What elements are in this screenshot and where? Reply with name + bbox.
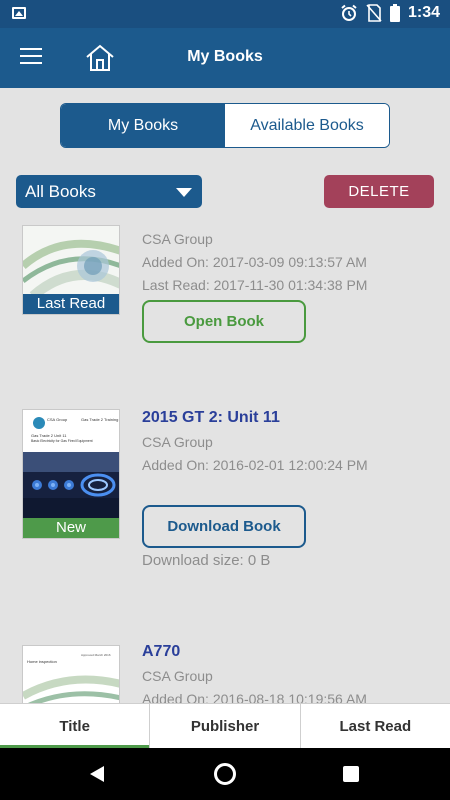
- page-title: My Books: [187, 48, 263, 65]
- download-book-button[interactable]: Download Book: [142, 505, 306, 548]
- book-publisher: CSA Group: [142, 434, 213, 450]
- book-cover-artwork: [23, 226, 119, 300]
- book-publisher: CSA Group: [142, 231, 213, 247]
- delete-button[interactable]: DELETE: [324, 175, 434, 208]
- system-nav-bar: [0, 748, 450, 800]
- book-list[interactable]: Last Read CSA Group Added On: 2017-03-09…: [0, 215, 450, 705]
- back-icon[interactable]: [90, 766, 104, 782]
- book-info: CSA Group Added On: 2017-03-09 09:13:57 …: [142, 231, 440, 300]
- book-cover[interactable]: Last Read: [22, 225, 120, 315]
- download-size: Download size: 0 B: [142, 552, 271, 569]
- cover-subtitle: Basic Electricity for Gas Fired Equipmen…: [31, 439, 93, 443]
- cover-series: Gas Trade 2 Training: [81, 417, 118, 422]
- tab-available-books[interactable]: Available Books: [225, 104, 389, 147]
- sort-tabs: Title Publisher Last Read: [0, 703, 450, 748]
- last-read-badge: Last Read: [23, 294, 119, 314]
- cover-brand: CSA Group: [47, 417, 68, 422]
- book-cover-artwork: CSA Group Gas Trade 2 Training Gas Trade…: [23, 410, 119, 520]
- book-info: A770 CSA Group Added On: 2016-08-18 10:1…: [142, 643, 440, 705]
- book-publisher: CSA Group: [142, 668, 213, 684]
- cover-heading: Home inspection: [27, 659, 57, 664]
- book-item[interactable]: Last Read CSA Group Added On: 2017-03-09…: [0, 215, 450, 395]
- sort-tab-publisher[interactable]: Publisher: [150, 704, 301, 748]
- book-added-on: Added On: 2017-03-09 09:13:57 AM: [142, 254, 367, 270]
- books-segmented-control: My Books Available Books: [60, 103, 390, 148]
- book-cover[interactable]: Home inspection Approved March 2016: [22, 645, 120, 705]
- sort-tab-title[interactable]: Title: [0, 704, 151, 748]
- status-time: 1:34: [407, 4, 440, 21]
- tab-my-books[interactable]: My Books: [61, 104, 225, 147]
- book-info: 2015 GT 2: Unit 11 CSA Group Added On: 2…: [142, 409, 440, 480]
- book-filter-dropdown[interactable]: All Books: [16, 175, 202, 208]
- status-bar: 1:34: [0, 0, 450, 28]
- filter-selected-value: All Books: [25, 182, 96, 201]
- image-notification-icon: [12, 7, 26, 19]
- book-item[interactable]: Home inspection Approved March 2016 A770…: [0, 625, 450, 705]
- caret-down-icon: [176, 188, 192, 197]
- battery-icon: [389, 4, 400, 22]
- open-book-button[interactable]: Open Book: [142, 300, 306, 343]
- book-title[interactable]: A770: [142, 643, 440, 661]
- cover-note: Approved March 2016: [81, 653, 111, 657]
- home-circle-icon[interactable]: [214, 763, 236, 785]
- sort-tab-last-read[interactable]: Last Read: [301, 704, 450, 748]
- book-title[interactable]: 2015 GT 2: Unit 11: [142, 409, 440, 427]
- cover-unit: Gas Trade 2 Unit 11: [31, 433, 67, 438]
- recent-apps-icon[interactable]: [343, 766, 359, 782]
- book-cover-artwork: Home inspection Approved March 2016: [23, 646, 119, 705]
- book-item[interactable]: CSA Group Gas Trade 2 Training Gas Trade…: [0, 395, 450, 625]
- book-cover[interactable]: CSA Group Gas Trade 2 Training Gas Trade…: [22, 409, 120, 539]
- alarm-icon: [341, 4, 357, 21]
- book-last-read: Last Read: 2017-11-30 01:34:38 PM: [142, 277, 368, 293]
- new-badge: New: [23, 518, 119, 538]
- no-sim-icon: [366, 4, 382, 22]
- book-added-on: Added On: 2016-02-01 12:00:24 PM: [142, 457, 368, 473]
- app-bar: My Books: [0, 28, 450, 88]
